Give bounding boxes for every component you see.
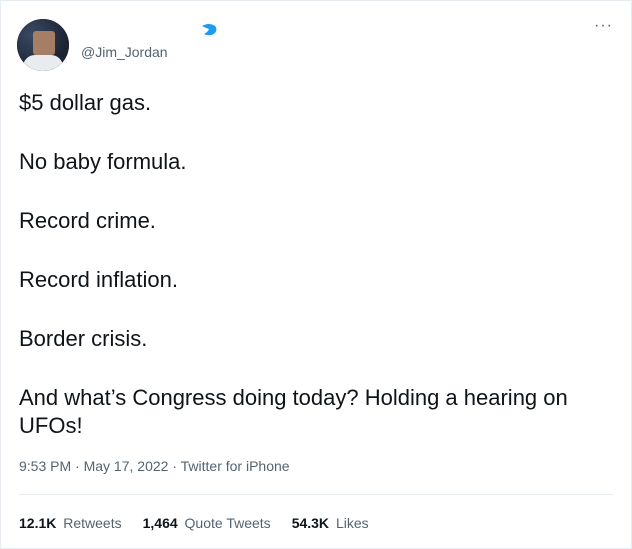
quote-tweets-count: 1,464 bbox=[142, 515, 178, 531]
tweet-date[interactable]: May 17, 2022 bbox=[84, 458, 169, 474]
retweets-stat[interactable]: 12.1K Retweets bbox=[19, 515, 122, 531]
verified-badge-icon bbox=[202, 24, 217, 36]
divider bbox=[19, 494, 613, 495]
tweet-line: No baby formula. bbox=[19, 149, 187, 174]
quote-tweets-stat[interactable]: 1,464 Quote Tweets bbox=[143, 515, 271, 531]
tweet-line: $5 dollar gas. bbox=[19, 90, 152, 115]
tweet-metadata: 9:53 PM · May 17, 2022 · Twitter for iPh… bbox=[19, 458, 290, 474]
tweet-line: And what’s Congress doing today? Holding… bbox=[19, 385, 568, 438]
tweet-text: $5 dollar gas. No baby formula. Record c… bbox=[19, 89, 615, 440]
likes-label: Likes bbox=[335, 515, 369, 531]
tweet-line: Border crisis. bbox=[19, 326, 148, 351]
avatar-face-blur bbox=[33, 31, 55, 55]
meta-separator: · bbox=[75, 458, 80, 474]
likes-count: 54.3K bbox=[291, 515, 330, 531]
tweet-line: Record crime. bbox=[19, 208, 156, 233]
meta-separator: · bbox=[172, 458, 177, 474]
more-options-icon[interactable]: ··· bbox=[594, 17, 613, 35]
tweet-time[interactable]: 9:53 PM bbox=[19, 458, 71, 474]
likes-stat[interactable]: 54.3K Likes bbox=[292, 515, 369, 531]
tweet-source[interactable]: Twitter for iPhone bbox=[181, 458, 290, 474]
tweet-line: Record inflation. bbox=[19, 267, 178, 292]
avatar[interactable] bbox=[17, 19, 69, 71]
avatar-shirt bbox=[23, 55, 63, 71]
author-handle[interactable]: @Jim_Jordan bbox=[81, 44, 168, 60]
retweets-label: Retweets bbox=[63, 515, 122, 531]
engagement-stats: 12.1K Retweets 1,464 Quote Tweets 54.3K … bbox=[19, 515, 369, 531]
tweet-card: @Jim_Jordan ··· $5 dollar gas. No baby f… bbox=[0, 0, 632, 549]
quote-tweets-label: Quote Tweets bbox=[184, 515, 271, 531]
retweets-count: 12.1K bbox=[19, 515, 57, 531]
